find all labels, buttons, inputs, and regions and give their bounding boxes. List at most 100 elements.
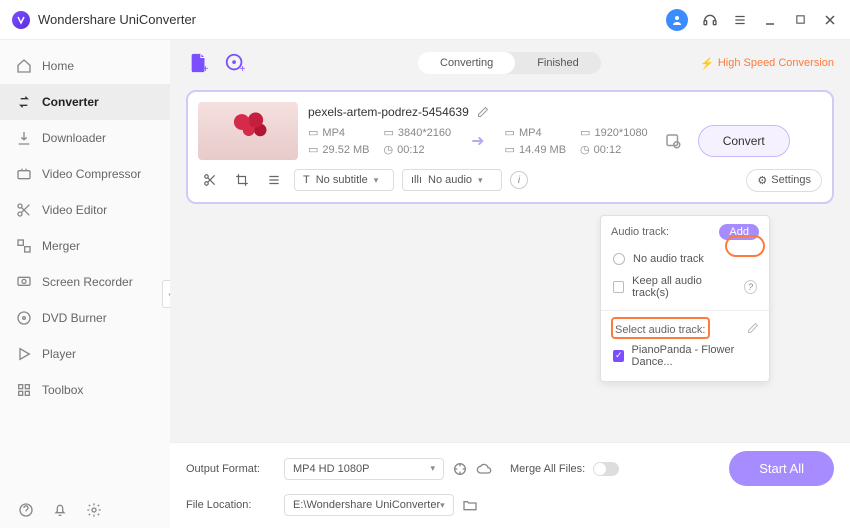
clock-icon: ◷: [384, 143, 394, 156]
resolution-icon: ▭: [384, 126, 394, 139]
sidebar-item-label: Video Compressor: [42, 167, 141, 181]
arrow-icon: ➜: [471, 131, 484, 151]
tabs: Converting Finished: [418, 52, 601, 74]
edit-icon[interactable]: [747, 322, 759, 334]
sidebar-item-compressor[interactable]: Video Compressor: [0, 156, 170, 192]
edit-name-icon[interactable]: [477, 106, 489, 118]
file-location-select[interactable]: E:\Wondershare UniConverter▾: [284, 494, 454, 516]
option-keep-all[interactable]: Keep all audio track(s)?: [611, 270, 759, 304]
sidebar-item-label: Video Editor: [42, 203, 107, 217]
sidebar-item-label: Screen Recorder: [42, 275, 133, 289]
output-format-label: Output Format:: [186, 463, 276, 475]
file-name: pexels-artem-podrez-5454639: [308, 105, 469, 119]
add-disc-button[interactable]: +: [222, 50, 248, 76]
app-logo: [12, 11, 30, 29]
gear-icon: ⚙: [757, 174, 767, 187]
maximize-button[interactable]: [792, 12, 808, 28]
chevron-down-icon: ▾: [430, 463, 435, 474]
download-icon: [16, 130, 32, 146]
list-button[interactable]: [262, 168, 286, 192]
sidebar-item-recorder[interactable]: Screen Recorder: [0, 264, 170, 300]
chevron-down-icon: ▾: [440, 500, 445, 511]
audio-track-label: Audio track:: [611, 226, 669, 238]
sidebar-item-label: Downloader: [42, 131, 106, 145]
gear-icon[interactable]: [86, 502, 102, 518]
audio-dropdown[interactable]: ıllıNo audio▾: [402, 169, 502, 191]
home-icon: [16, 58, 32, 74]
start-all-button[interactable]: Start All: [729, 451, 834, 486]
option-no-audio[interactable]: No audio track: [611, 248, 759, 270]
sidebar-item-label: DVD Burner: [42, 311, 107, 325]
menu-icon[interactable]: [732, 12, 748, 28]
video-icon: ▭: [505, 126, 515, 139]
folder-icon: ▭: [505, 143, 515, 156]
svg-text:+: +: [240, 64, 246, 74]
text-icon: T: [303, 174, 310, 186]
sidebar-item-dvd[interactable]: DVD Burner: [0, 300, 170, 336]
radio-icon: [613, 253, 625, 265]
audio-panel: Audio track: Add No audio track Keep all…: [600, 215, 770, 382]
sidebar-item-label: Toolbox: [42, 383, 83, 397]
play-icon: [16, 346, 32, 362]
compress-icon: [16, 166, 32, 182]
add-audio-button[interactable]: Add: [719, 224, 759, 240]
sidebar-item-label: Player: [42, 347, 76, 361]
svg-text:+: +: [203, 64, 209, 74]
gpu-icon[interactable]: [452, 461, 468, 477]
sidebar: Home Converter Downloader Video Compress…: [0, 40, 170, 528]
sidebar-item-label: Merger: [42, 239, 80, 253]
chevron-down-icon: ▾: [478, 175, 483, 186]
help-icon[interactable]: [18, 502, 34, 518]
output-settings-icon[interactable]: [662, 130, 684, 152]
sidebar-item-player[interactable]: Player: [0, 336, 170, 372]
sidebar-item-editor[interactable]: Video Editor: [0, 192, 170, 228]
tab-converting[interactable]: Converting: [418, 52, 515, 74]
video-icon: ▭: [308, 126, 318, 139]
crop-button[interactable]: [230, 168, 254, 192]
file-location-label: File Location:: [186, 499, 276, 511]
output-format-select[interactable]: MP4 HD 1080P▾: [284, 458, 444, 480]
chevron-down-icon: ▾: [374, 175, 379, 186]
headset-icon[interactable]: [702, 12, 718, 28]
checkbox-icon: [613, 350, 624, 362]
audio-track-item[interactable]: PianoPanda - Flower Dance...: [611, 339, 759, 373]
bell-icon[interactable]: [52, 502, 68, 518]
high-speed-toggle[interactable]: ⚡High Speed Conversion: [700, 57, 834, 70]
audio-icon: ıllı: [411, 174, 422, 186]
app-title: Wondershare UniConverter: [38, 12, 666, 27]
sidebar-item-merger[interactable]: Merger: [0, 228, 170, 264]
tab-finished[interactable]: Finished: [515, 52, 601, 74]
cut-button[interactable]: [198, 168, 222, 192]
merge-icon: [16, 238, 32, 254]
sidebar-item-home[interactable]: Home: [0, 48, 170, 84]
sidebar-item-converter[interactable]: Converter: [0, 84, 170, 120]
recorder-icon: [16, 274, 32, 290]
file-card: pexels-artem-podrez-5454639 ▭MP4 ▭29.52 …: [186, 90, 834, 204]
merge-toggle[interactable]: [593, 462, 619, 476]
subtitle-dropdown[interactable]: TNo subtitle▾: [294, 169, 394, 191]
cloud-icon[interactable]: [476, 461, 492, 477]
sidebar-item-toolbox[interactable]: Toolbox: [0, 372, 170, 408]
resolution-icon: ▭: [580, 126, 590, 139]
dvd-icon: [16, 310, 32, 326]
sidebar-item-downloader[interactable]: Downloader: [0, 120, 170, 156]
bolt-icon: ⚡: [700, 57, 714, 70]
minimize-button[interactable]: [762, 12, 778, 28]
convert-button[interactable]: Convert: [698, 125, 790, 157]
settings-button[interactable]: ⚙Settings: [746, 169, 822, 192]
info-icon[interactable]: i: [510, 171, 528, 189]
toolbox-icon: [16, 382, 32, 398]
add-file-button[interactable]: +: [186, 50, 212, 76]
select-audio-label: Select audio track:: [615, 324, 706, 336]
sidebar-item-label: Home: [42, 59, 74, 73]
user-avatar[interactable]: [666, 9, 688, 31]
open-folder-icon[interactable]: [462, 497, 478, 513]
info-icon[interactable]: ?: [744, 280, 757, 294]
close-button[interactable]: [822, 12, 838, 28]
folder-icon: ▭: [308, 143, 318, 156]
converter-icon: [16, 94, 32, 110]
video-thumbnail[interactable]: [198, 102, 298, 160]
checkbox-icon: [613, 281, 624, 293]
scissors-icon: [16, 202, 32, 218]
bottom-bar: Output Format: MP4 HD 1080P▾ Merge All F…: [170, 442, 850, 528]
